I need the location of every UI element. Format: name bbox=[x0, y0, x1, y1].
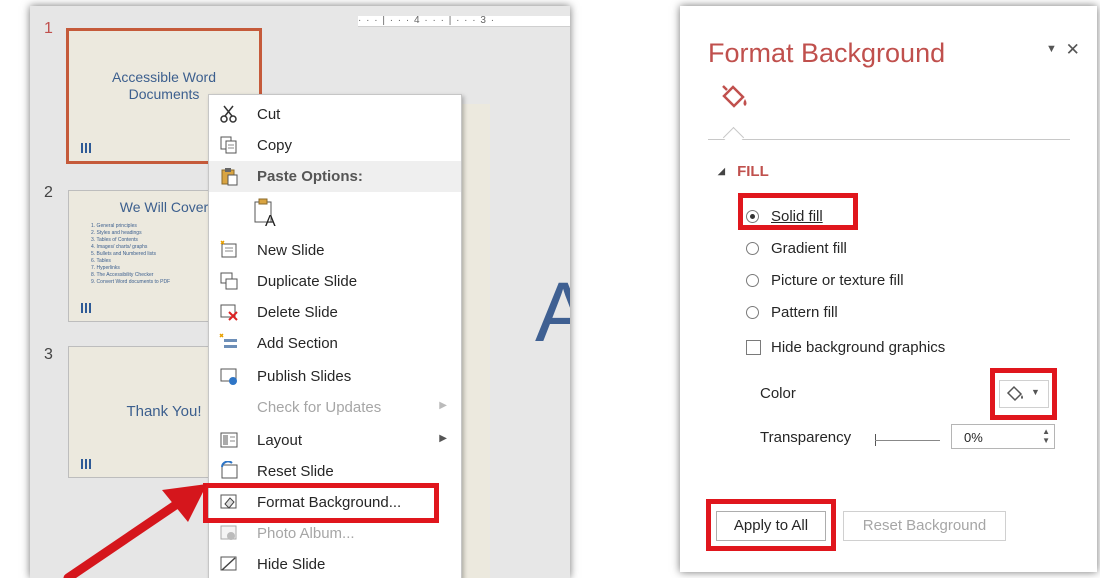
transparency-label: Transparency bbox=[760, 429, 852, 446]
slide-number-2: 2 bbox=[44, 184, 53, 201]
menu-item-hide-slide[interactable]: Hide Slide bbox=[209, 549, 461, 578]
menu-item-delete-slide[interactable]: Delete Slide bbox=[209, 297, 461, 328]
option-label: Picture or texture fill bbox=[771, 272, 904, 289]
bullet-item: 9. Convert Word documents to PDF bbox=[91, 279, 171, 285]
spin-arrows-icon[interactable]: ▲ ▼ bbox=[1042, 427, 1050, 445]
menu-item-label: Photo Album... bbox=[257, 525, 355, 542]
bullet-item: 5. Bullets and Numbered lists bbox=[91, 251, 157, 257]
menu-item-check-for-updates: Check for Updates ▶ bbox=[209, 392, 461, 423]
color-label: Color bbox=[760, 385, 796, 402]
pane-title: Format Background bbox=[708, 38, 946, 68]
menu-item-add-section[interactable]: Add Section bbox=[209, 328, 461, 359]
paste-icon bbox=[221, 168, 238, 186]
collapse-triangle-icon: ◢ bbox=[718, 166, 725, 176]
pane-options-dropdown-icon[interactable]: ▼ bbox=[1046, 43, 1057, 55]
radio-button[interactable] bbox=[746, 242, 759, 255]
menu-header-paste-options: Paste Options: bbox=[209, 161, 461, 192]
radio-button[interactable] bbox=[746, 306, 759, 319]
bullet-item: 7. Hyperlinks bbox=[91, 265, 120, 271]
menu-item-label: Add Section bbox=[257, 335, 338, 352]
hide-slide-icon bbox=[220, 556, 237, 571]
powerpoint-slide-pane: 1 Accessible Word Documents 2 We Will Co… bbox=[30, 6, 570, 578]
solid-fill-highlight bbox=[738, 193, 858, 230]
tab-strip-divider bbox=[708, 139, 1070, 140]
layout-icon bbox=[220, 432, 238, 448]
submenu-arrow-icon: ▶ bbox=[439, 400, 447, 411]
svg-text:A: A bbox=[265, 213, 276, 228]
menu-item-copy[interactable]: Copy bbox=[209, 130, 461, 161]
transparency-slider-track[interactable] bbox=[875, 440, 940, 441]
menu-item-label: Cut bbox=[257, 106, 281, 123]
submenu-arrow-icon: ▶ bbox=[439, 433, 447, 444]
slide-context-menu: Cut Copy Paste Options: A New Slide Dupl… bbox=[203, 94, 462, 578]
bullet-item: 6. Tables bbox=[91, 258, 111, 264]
copy-icon bbox=[220, 136, 237, 154]
transparency-value: 0% bbox=[964, 430, 983, 445]
slide-logo-icon bbox=[81, 143, 91, 153]
slide-logo-icon bbox=[81, 303, 91, 313]
option-label: Hide background graphics bbox=[771, 339, 946, 356]
delete-slide-icon bbox=[220, 304, 238, 321]
close-icon[interactable]: ✕ bbox=[1066, 40, 1080, 59]
menu-item-label: Paste Options: bbox=[257, 168, 363, 185]
bullet-item: 1. General principles bbox=[91, 223, 137, 229]
horizontal-ruler: · · · | · · · 4 · · · | · · · 3 · bbox=[358, 16, 570, 27]
paste-option-keep-text-only[interactable]: A bbox=[209, 192, 461, 232]
menu-item-label: Hide Slide bbox=[257, 556, 326, 573]
scissors-icon bbox=[220, 105, 237, 123]
menu-item-label: Publish Slides bbox=[257, 368, 352, 385]
color-button-highlight bbox=[990, 368, 1057, 420]
radio-button[interactable] bbox=[746, 274, 759, 287]
red-pointer-arrow-icon bbox=[63, 484, 207, 578]
publish-slides-icon bbox=[220, 368, 237, 385]
active-tab-indicator bbox=[722, 126, 745, 149]
new-slide-icon bbox=[220, 240, 237, 258]
menu-item-label: Duplicate Slide bbox=[257, 273, 358, 290]
transparency-input[interactable]: 0% ▲ ▼ bbox=[951, 424, 1055, 449]
fill-tab-paint-bucket-icon[interactable] bbox=[718, 84, 752, 114]
reset-slide-icon bbox=[221, 461, 238, 479]
slide-number-1: 1 bbox=[44, 20, 53, 37]
apply-to-all-highlight bbox=[706, 499, 836, 551]
fill-section-header[interactable]: ◢ FILL bbox=[718, 163, 769, 180]
bullet-item: 8. The Accessibility Checker bbox=[91, 272, 154, 278]
slide-bullet-list: 1. General principles 2. Styles and head… bbox=[91, 223, 170, 286]
menu-item-label: Layout bbox=[257, 432, 303, 449]
menu-item-cut[interactable]: Cut bbox=[209, 99, 461, 130]
format-background-highlight bbox=[203, 483, 439, 523]
format-background-pane: Format Background ▼ ✕ ◢ FILL Solid fill … bbox=[680, 6, 1097, 572]
menu-item-label: Copy bbox=[257, 137, 293, 154]
add-section-icon bbox=[219, 333, 237, 348]
paste-keep-text-icon: A bbox=[254, 198, 276, 228]
fill-section-label: FILL bbox=[737, 163, 769, 180]
bullet-item: 4. Images/ charts/ graphs bbox=[91, 244, 148, 250]
bullet-item: 2. Styles and headings bbox=[91, 230, 142, 236]
menu-item-new-slide[interactable]: New Slide bbox=[209, 235, 461, 266]
option-label: Gradient fill bbox=[771, 240, 847, 257]
menu-item-label: Reset Slide bbox=[257, 463, 334, 480]
menu-item-layout[interactable]: Layout ▶ bbox=[209, 425, 461, 456]
photo-album-icon bbox=[220, 525, 237, 540]
option-label: Pattern fill bbox=[771, 304, 838, 321]
slide-logo-icon bbox=[81, 459, 91, 469]
menu-item-label: Delete Slide bbox=[257, 304, 338, 321]
slide-canvas-title-text: A bbox=[535, 265, 570, 359]
menu-item-duplicate-slide[interactable]: Duplicate Slide bbox=[209, 266, 461, 297]
duplicate-slide-icon bbox=[220, 272, 238, 290]
reset-background-button: Reset Background bbox=[843, 511, 1006, 541]
pane-controls: ▼ ✕ bbox=[1046, 40, 1080, 60]
slide-number-3: 3 bbox=[44, 346, 53, 363]
menu-item-label: New Slide bbox=[257, 242, 325, 259]
menu-item-publish-slides[interactable]: Publish Slides bbox=[209, 361, 461, 392]
bullet-item: 3. Tables of Contents bbox=[91, 237, 138, 243]
checkbox[interactable] bbox=[746, 340, 761, 355]
menu-item-label: Check for Updates bbox=[257, 399, 382, 416]
